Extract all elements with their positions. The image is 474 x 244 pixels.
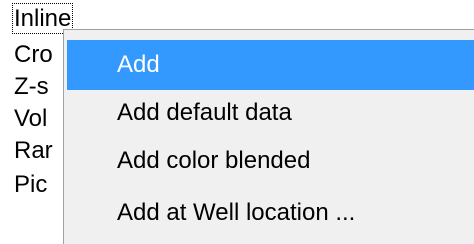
list-item-z-s[interactable]: Z-s [14, 72, 49, 101]
list-item-cro[interactable]: Cro [14, 40, 53, 69]
menu-item-add[interactable]: Add [67, 40, 474, 90]
menu-item-add-default-data[interactable]: Add default data [67, 88, 474, 138]
menu-item-add-at-well-location[interactable]: Add at Well location ... [67, 188, 474, 238]
screen: Inline Cro Z-s Vol Rar Pic Add Add defau… [0, 0, 474, 244]
list-item-rar[interactable]: Rar [14, 136, 53, 165]
context-menu: Add Add default data Add color blended A… [63, 29, 474, 244]
list-item-vol[interactable]: Vol [14, 104, 47, 133]
list-item-pic[interactable]: Pic [14, 170, 47, 199]
menu-item-add-color-blended[interactable]: Add color blended [67, 136, 474, 186]
